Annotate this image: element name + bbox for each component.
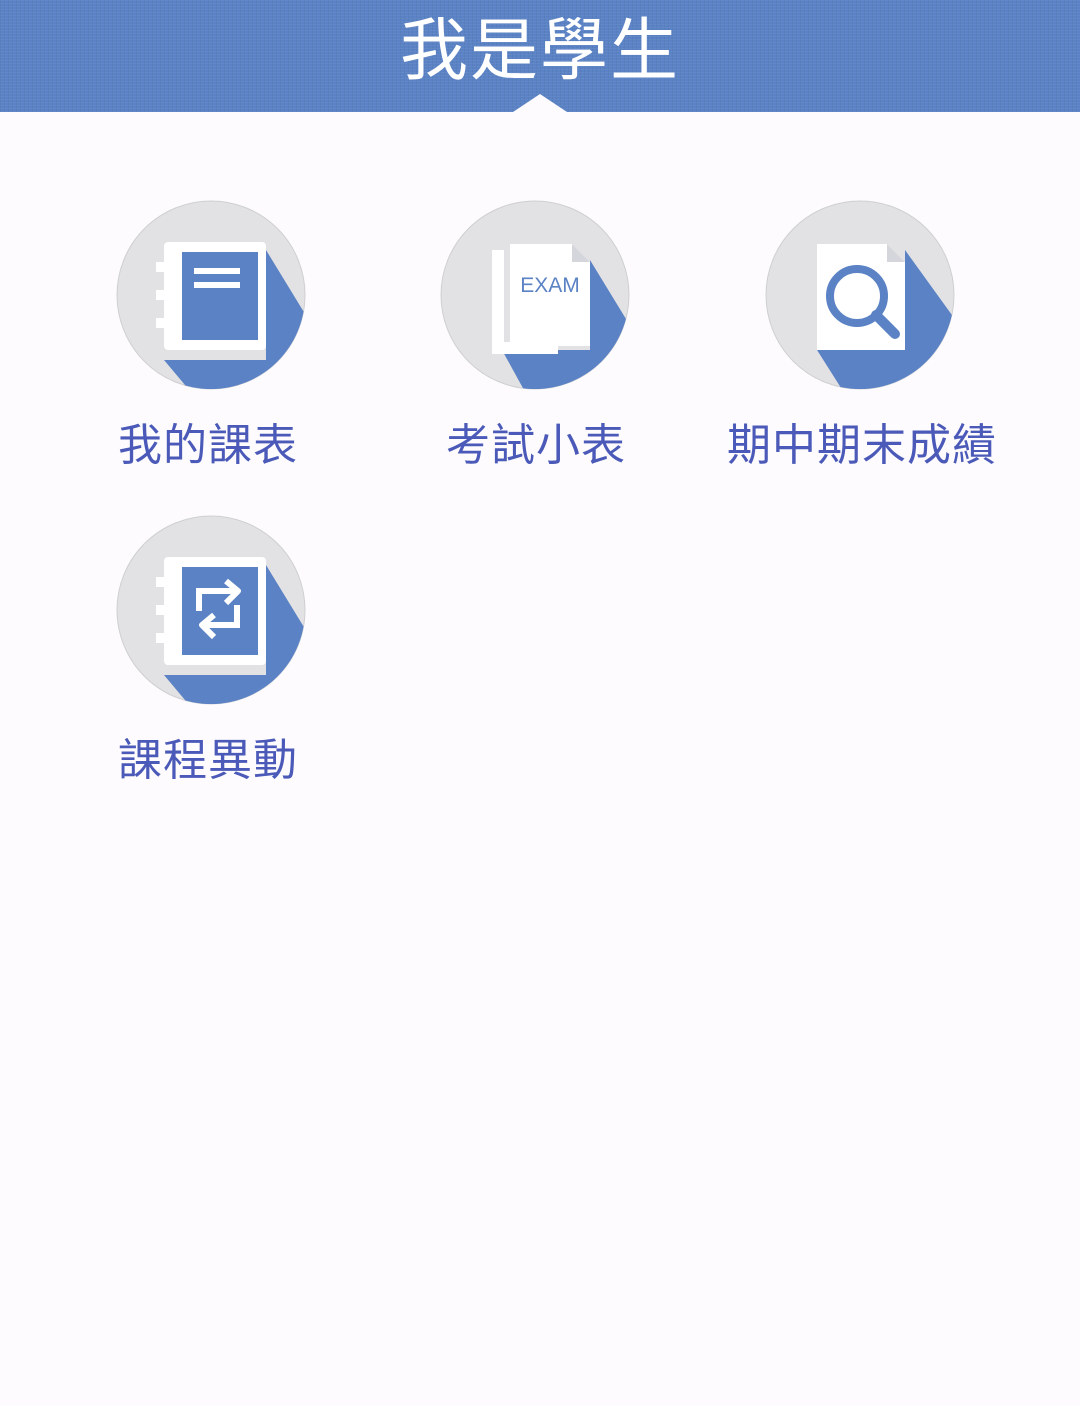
svg-text:EXAM: EXAM bbox=[520, 274, 580, 297]
tile-label: 期中期末成績 bbox=[727, 420, 997, 471]
tile-label: 考試小表 bbox=[446, 420, 626, 471]
tile-label: 課程異動 bbox=[118, 735, 298, 786]
tile-exam-schedule[interactable]: EXAM 考試小表 bbox=[440, 200, 760, 500]
app-header: 我是學生 bbox=[0, 0, 1080, 114]
page-title: 我是學生 bbox=[399, 12, 680, 91]
grades-search-icon bbox=[765, 200, 955, 390]
tile-my-timetable[interactable]: 我的課表 bbox=[116, 200, 436, 500]
tile-course-change[interactable]: 課程異動 bbox=[116, 515, 436, 815]
exam-paper-icon: EXAM bbox=[440, 200, 630, 390]
tile-label: 我的課表 bbox=[118, 420, 298, 471]
tile-grades[interactable]: 期中期末成績 bbox=[727, 200, 1080, 500]
header-notch bbox=[510, 94, 570, 114]
timetable-notebook-icon bbox=[116, 200, 306, 390]
course-change-icon bbox=[116, 515, 306, 705]
